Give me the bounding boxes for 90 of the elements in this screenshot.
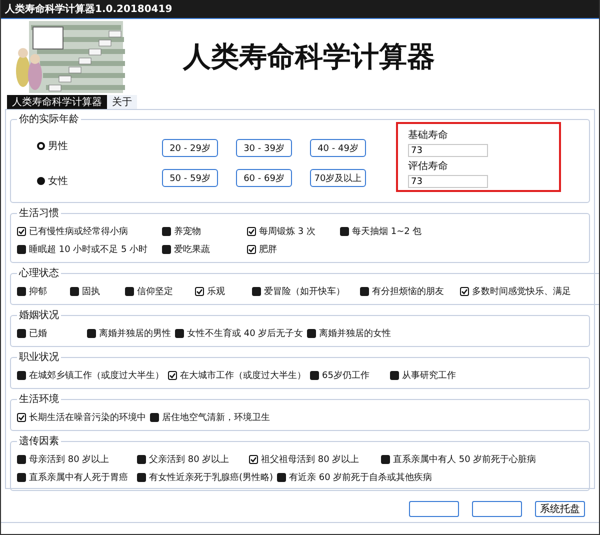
tab[interactable]: 人类寿命科学计算器	[7, 95, 107, 109]
field-label: 基础寿命	[408, 128, 449, 142]
checkbox[interactable]	[168, 370, 177, 380]
action-button[interactable]	[409, 501, 459, 517]
radio-button[interactable]	[37, 176, 45, 184]
checkbox-label: 祖父祖母活到 80 岁以上	[261, 454, 360, 466]
radio-label: 女性	[48, 174, 68, 188]
checkbox-label: 在大城市工作（或度过大半生）	[180, 370, 306, 382]
age-button[interactable]: 60 - 69岁	[236, 169, 292, 187]
checkbox[interactable]	[310, 370, 319, 380]
checkbox-label: 母亲活到 80 岁以上	[29, 454, 110, 466]
checkbox[interactable]	[17, 472, 26, 482]
checkbox-label: 多数时间感觉快乐、满足	[472, 286, 571, 298]
checkbox[interactable]	[17, 328, 26, 338]
checkbox[interactable]	[195, 286, 204, 296]
checkbox[interactable]	[137, 454, 146, 464]
checkbox-label: 居住地空气清新，环境卫生	[162, 412, 270, 424]
checkbox[interactable]	[87, 328, 96, 338]
age-button[interactable]: 70岁及以上	[310, 169, 366, 187]
group-title: 你的实际年龄	[18, 112, 80, 126]
checkbox[interactable]	[307, 328, 316, 338]
checkbox[interactable]	[390, 370, 399, 380]
checkbox[interactable]	[17, 370, 26, 380]
checkbox-label: 养宠物	[174, 226, 201, 238]
action-button[interactable]	[472, 501, 522, 517]
radio-button[interactable]	[37, 142, 45, 150]
group-title: 遗传因素	[18, 434, 60, 448]
input-field[interactable]: 73	[408, 144, 488, 157]
field-label: 评估寿命	[408, 160, 449, 173]
checkbox[interactable]	[17, 286, 26, 296]
checkbox[interactable]	[150, 412, 159, 422]
input-field[interactable]: 73	[408, 175, 488, 188]
checkbox[interactable]	[70, 286, 79, 296]
checkbox-label: 信仰坚定	[137, 286, 173, 298]
checkbox-label: 每天抽烟 1~2 包	[352, 226, 422, 238]
group-title: 心理状态	[18, 266, 60, 280]
checkbox[interactable]	[247, 244, 256, 254]
action-button[interactable]: 系统托盘	[535, 501, 585, 517]
tab[interactable]: 关于	[107, 95, 137, 109]
window-title: 人类寿命科学计算器1.0.20180419	[1, 0, 599, 19]
checkbox[interactable]	[460, 286, 469, 296]
checkbox-label: 睡眠超 10 小时或不足 5 小时	[29, 244, 148, 256]
checkbox[interactable]	[162, 226, 171, 236]
checkbox[interactable]	[252, 286, 261, 296]
checkbox-label: 父亲活到 80 岁以上	[149, 454, 230, 466]
checkbox[interactable]	[125, 286, 134, 296]
age-button[interactable]: 40 - 49岁	[310, 139, 366, 157]
checkbox[interactable]	[175, 328, 184, 338]
checkbox-label: 爱吃果蔬	[174, 244, 210, 256]
group-title: 生活习惯	[18, 206, 60, 220]
checkbox[interactable]	[137, 472, 146, 482]
checkbox[interactable]	[340, 226, 349, 236]
checkbox-label: 乐观	[207, 286, 225, 298]
age-button[interactable]: 20 - 29岁	[162, 139, 218, 157]
checkbox[interactable]	[17, 412, 26, 422]
checkbox-label: 肥胖	[259, 244, 277, 256]
checkbox-label: 有女性近亲死于乳腺癌(男性略)	[149, 472, 274, 484]
checkbox[interactable]	[277, 472, 286, 482]
checkbox[interactable]	[162, 244, 171, 254]
age-button[interactable]: 50 - 59岁	[162, 169, 218, 187]
checkbox-label: 爱冒险（如开快车）	[264, 286, 345, 298]
checkbox[interactable]	[360, 286, 369, 296]
checkbox-label: 直系亲属中有人 50 岁前死于心脏病	[393, 454, 536, 466]
checkbox[interactable]	[247, 226, 256, 236]
checkbox-label: 在城郊乡镇工作（或度过大半生）	[29, 370, 164, 382]
age-button[interactable]: 30 - 39岁	[236, 139, 292, 157]
radio-label: 男性	[48, 140, 68, 152]
checkbox-label: 从事研究工作	[402, 370, 456, 382]
checkbox-label: 离婚并独居的女性	[319, 328, 392, 340]
checkbox-label: 65岁仍工作	[322, 370, 370, 382]
group-title: 生活环境	[18, 392, 60, 406]
checkbox-label: 直系亲属中有人死于胃癌	[29, 472, 128, 484]
group-title: 职业状况	[18, 350, 60, 364]
group-title: 婚姻状况	[18, 308, 60, 322]
checkbox-label: 女性不生育或 40 岁后无子女	[187, 327, 304, 340]
checkbox-label: 有近亲 60 岁前死于自杀或其他疾病	[289, 472, 432, 484]
checkbox-label: 已婚	[29, 328, 47, 340]
checkbox-label: 已有慢性病或经常得小病	[29, 226, 128, 238]
checkbox[interactable]	[381, 454, 390, 464]
checkbox-label: 有分担烦恼的朋友	[372, 286, 444, 298]
checkbox-label: 长期生活在噪音污染的环境中	[29, 412, 146, 424]
checkbox[interactable]	[17, 244, 26, 254]
checkbox[interactable]	[17, 226, 26, 236]
app-title: 人类寿命科学计算器	[183, 39, 435, 75]
checkbox-label: 离婚并独居的男性	[99, 328, 171, 340]
checkbox-label: 固执	[82, 286, 100, 298]
checkbox[interactable]	[17, 454, 26, 464]
checkbox-label: 抑郁	[29, 286, 47, 298]
checkbox[interactable]	[249, 454, 258, 464]
checkbox-label: 每周锻炼 3 次	[259, 226, 316, 238]
